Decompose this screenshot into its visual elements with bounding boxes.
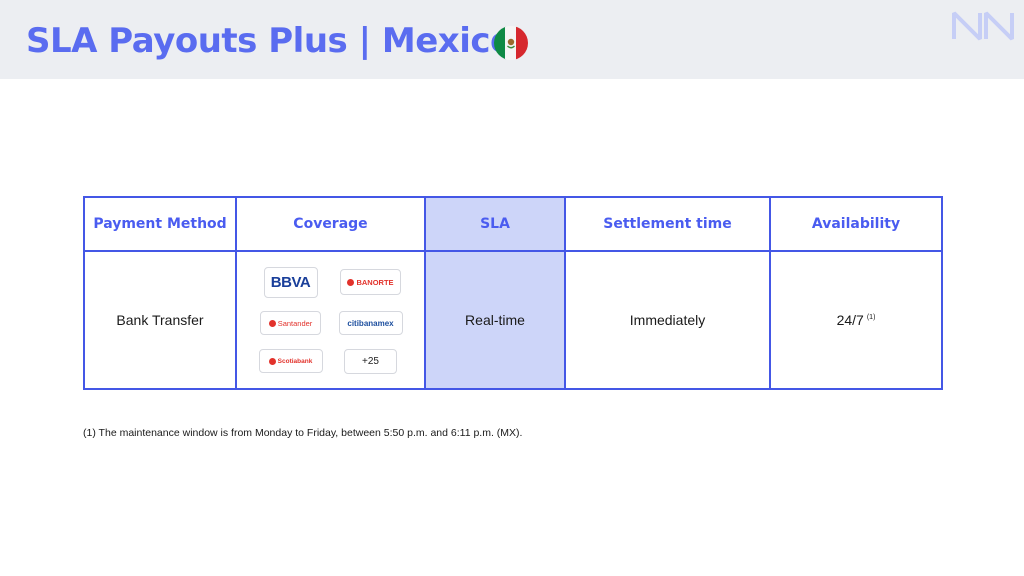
sla-table: Payment Method Coverage SLA Settlement t… [83,196,943,390]
banorte-logo-text: BANORTE [356,277,394,287]
cell-settlement-time: Immediately [564,250,771,390]
table-header-row: Payment Method Coverage SLA Settlement t… [83,196,943,252]
scotiabank-logo: Scotiabank [258,349,323,373]
banorte-logo: BANORTE [340,269,401,295]
header-coverage: Coverage [235,196,426,252]
cell-payment-method: Bank Transfer [83,250,237,390]
header-settlement-time: Settlement time [564,196,771,252]
header-sla: SLA [424,196,566,252]
footnote: (1) The maintenance window is from Monda… [83,427,523,439]
header-payment-method: Payment Method [83,196,237,252]
availability-value: 24/7 [836,312,864,328]
cell-availability: 24/7 (1) [769,250,943,390]
bbva-logo: BBVA [263,266,318,298]
santander-logo: Santander [260,311,321,335]
header-band: SLA Payouts Plus | Mexico [0,0,1024,79]
scotiabank-logo-text: Scotiabank [277,357,313,365]
more-banks-badge: +25 [344,348,397,374]
availability-footnote-ref: (1) [866,314,876,322]
page-title: SLA Payouts Plus | Mexico [26,21,513,61]
mexico-flag-icon [494,26,528,60]
cell-sla: Real-time [424,250,566,390]
santander-flame-icon [268,319,276,327]
table-row: Bank Transfer BBVA BANORTE Santander cit… [83,250,943,390]
scotiabank-mark-icon [268,357,276,365]
citibanamex-logo: citibanamex [338,311,403,335]
header-availability: Availability [769,196,943,252]
santander-logo-text: Santander [277,318,313,328]
bank-logo-grid: BBVA BANORTE Santander citibanamex Scoti… [237,266,424,374]
brand-logo-icon [951,8,1015,42]
banorte-mark-icon [347,278,355,286]
cell-coverage: BBVA BANORTE Santander citibanamex Scoti… [235,250,426,390]
